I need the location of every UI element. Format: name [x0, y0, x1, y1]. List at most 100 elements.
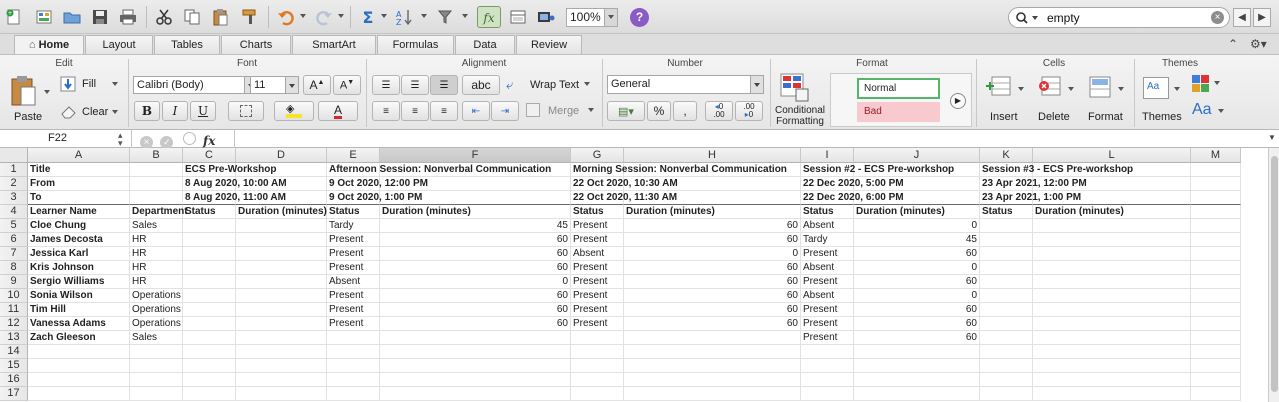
cell-g7[interactable]: Absent — [571, 247, 624, 261]
cell-b13[interactable]: Sales — [130, 331, 183, 345]
search-previous-button[interactable]: ◀ — [1233, 8, 1251, 27]
decrease-decimal-button[interactable]: .00 ▸0 — [735, 101, 763, 121]
cell-d1[interactable] — [236, 163, 327, 177]
row-header-2[interactable]: 2 — [0, 177, 28, 191]
cell-b5[interactable]: Sales — [130, 219, 183, 233]
row-header-4[interactable]: 4 — [0, 205, 28, 219]
cell-m3[interactable] — [1191, 191, 1241, 205]
cell-h7[interactable]: 0 — [624, 247, 801, 261]
delete-cells-button[interactable]: Delete — [1034, 73, 1078, 127]
column-header-f[interactable]: F — [380, 148, 571, 163]
cell-a5[interactable]: Cloe Chung — [28, 219, 130, 233]
row-header-5[interactable]: 5 — [0, 219, 28, 233]
autosum-icon[interactable]: Σ — [356, 6, 380, 28]
cell-c5[interactable] — [183, 219, 236, 233]
cell-h15[interactable] — [624, 359, 801, 373]
cell-j9[interactable]: 60 — [854, 275, 980, 289]
format-cells-button[interactable]: Format — [1084, 73, 1128, 127]
cell-a16[interactable] — [28, 373, 130, 387]
cell-f1[interactable] — [380, 163, 571, 177]
cell-d15[interactable] — [236, 359, 327, 373]
cell-l16[interactable] — [1033, 373, 1191, 387]
cell-h17[interactable] — [624, 387, 801, 401]
cell-l3[interactable] — [1033, 191, 1191, 205]
search-sheet-input[interactable]: empty × — [1008, 7, 1230, 28]
cell-b12[interactable]: Operations — [130, 317, 183, 331]
cell-c16[interactable] — [183, 373, 236, 387]
row-header-16[interactable]: 16 — [0, 373, 28, 387]
cell-i2[interactable]: 22 Dec 2020, 5:00 PM — [801, 177, 904, 191]
formula-palette-icon[interactable] — [182, 132, 196, 145]
cell-l7[interactable] — [1033, 247, 1191, 261]
cell-c12[interactable] — [183, 317, 236, 331]
row-header-13[interactable]: 13 — [0, 331, 28, 345]
cell-b14[interactable] — [130, 345, 183, 359]
tab-home[interactable]: ⌂ Home — [14, 35, 84, 54]
italic-button[interactable]: I — [162, 101, 188, 121]
cell-j16[interactable] — [854, 373, 980, 387]
collapse-ribbon-icon[interactable]: ⌃ — [1228, 37, 1238, 51]
print-icon[interactable] — [116, 6, 140, 28]
cell-l13[interactable] — [1033, 331, 1191, 345]
number-format-field[interactable]: General — [607, 75, 751, 94]
cell-i10[interactable]: Absent — [801, 289, 854, 303]
cell-i5[interactable]: Absent — [801, 219, 854, 233]
cell-k11[interactable] — [980, 303, 1033, 317]
cell-d4[interactable]: Duration (minutes) — [236, 205, 327, 219]
cell-l4[interactable]: Duration (minutes) — [1033, 205, 1191, 219]
cell-g1[interactable]: Morning Session: Nonverbal Communication — [571, 163, 787, 177]
cell-e5[interactable]: Tardy — [327, 219, 380, 233]
cell-i4[interactable]: Status — [801, 205, 854, 219]
expand-formula-bar-icon[interactable]: ▼ — [1268, 133, 1276, 142]
cell-g8[interactable]: Present — [571, 261, 624, 275]
cell-m13[interactable] — [1191, 331, 1241, 345]
align-middle-button[interactable]: ☰ — [401, 75, 429, 95]
row-header-7[interactable]: 7 — [0, 247, 28, 261]
cell-k10[interactable] — [980, 289, 1033, 303]
cell-l9[interactable] — [1033, 275, 1191, 289]
style-bad[interactable]: Bad — [857, 102, 940, 122]
cell-i3[interactable]: 22 Dec 2020, 6:00 PM — [801, 191, 904, 205]
cell-a1[interactable]: Title — [28, 163, 130, 177]
cell-m4[interactable] — [1191, 205, 1241, 219]
cell-e12[interactable]: Present — [327, 317, 380, 331]
cell-i12[interactable]: Present — [801, 317, 854, 331]
cell-d10[interactable] — [236, 289, 327, 303]
conditional-formatting-button[interactable]: Conditional Formatting — [772, 73, 828, 129]
formula-builder-icon[interactable]: fx — [477, 6, 501, 28]
align-right-button[interactable]: ≡ — [430, 101, 458, 121]
cell-d16[interactable] — [236, 373, 327, 387]
row-header-17[interactable]: 17 — [0, 387, 28, 401]
cell-k12[interactable] — [980, 317, 1033, 331]
row-header-3[interactable]: 3 — [0, 191, 28, 205]
cell-m15[interactable] — [1191, 359, 1241, 373]
search-next-button[interactable]: ▶ — [1253, 8, 1271, 27]
cell-b11[interactable]: Operations — [130, 303, 183, 317]
save-icon[interactable] — [88, 6, 112, 28]
style-normal[interactable]: Normal — [857, 78, 940, 99]
cell-j4[interactable]: Duration (minutes) — [854, 205, 980, 219]
align-top-button[interactable]: ☰ — [372, 75, 400, 95]
cell-j8[interactable]: 0 — [854, 261, 980, 275]
increase-decimal-button[interactable]: ◂0.00 — [705, 101, 733, 121]
cell-g14[interactable] — [571, 345, 624, 359]
cell-c3[interactable]: 8 Aug 2020, 11:00 AM — [183, 191, 286, 205]
cut-icon[interactable] — [152, 6, 176, 28]
cell-j14[interactable] — [854, 345, 980, 359]
themes-button[interactable]: Aa Themes — [1140, 73, 1184, 127]
cell-m16[interactable] — [1191, 373, 1241, 387]
insert-function-icon[interactable]: fx — [203, 134, 215, 148]
paste-button[interactable]: Paste — [8, 73, 48, 125]
cell-h9[interactable]: 60 — [624, 275, 801, 289]
cell-g15[interactable] — [571, 359, 624, 373]
cell-h13[interactable] — [624, 331, 801, 345]
cell-c13[interactable] — [183, 331, 236, 345]
formula-input[interactable] — [234, 130, 1266, 148]
column-header-g[interactable]: G — [571, 148, 624, 163]
cell-g12[interactable]: Present — [571, 317, 624, 331]
cell-l5[interactable] — [1033, 219, 1191, 233]
cell-f4[interactable]: Duration (minutes) — [380, 205, 571, 219]
column-header-d[interactable]: D — [236, 148, 327, 163]
cell-a11[interactable]: Tim Hill — [28, 303, 130, 317]
font-size-dropdown[interactable] — [285, 76, 299, 94]
